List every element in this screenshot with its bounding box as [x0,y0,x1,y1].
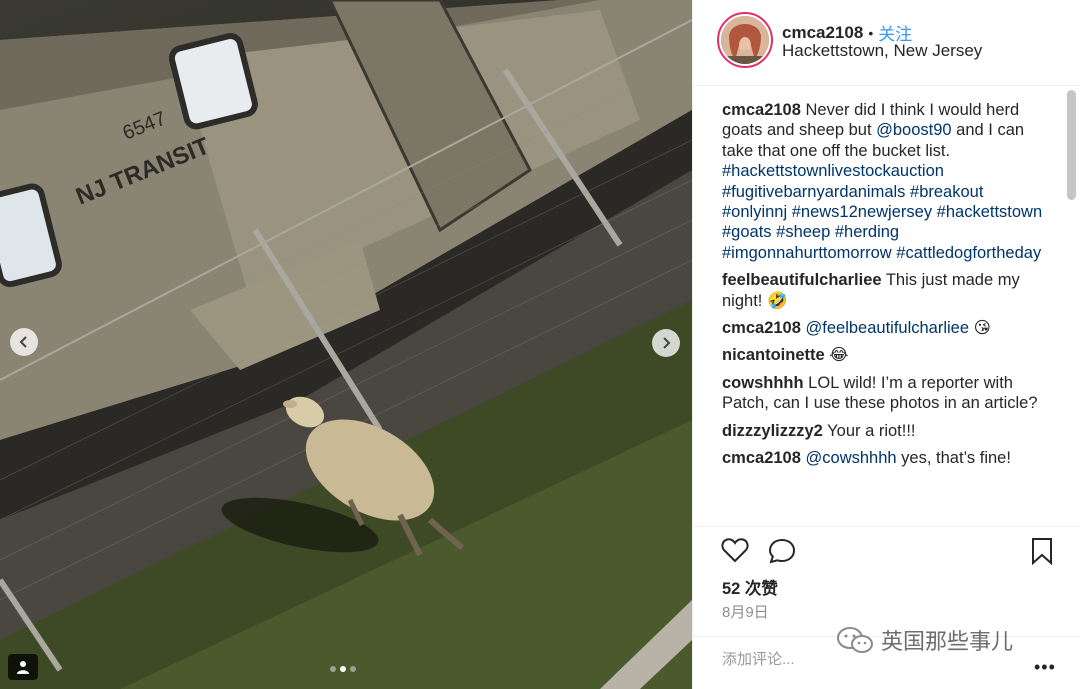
post-date: 8月9日 [722,604,769,621]
emoji: 😘 [973,318,991,338]
comment-username[interactable]: cowshhhh [722,374,804,392]
comment-username[interactable]: dizzzylizzzy2 [722,422,823,440]
photo-scene: 6547 NJ TRANSIT [0,0,692,689]
hashtag-link[interactable]: #breakout [910,183,983,201]
tagged-users-button[interactable] [8,654,38,680]
comment-username[interactable]: nicantoinette [722,346,825,364]
post-actions: 52 次赞 8月9日 [693,526,1080,636]
comment-item: nicantoinette 😂 [722,345,1052,365]
post-location[interactable]: Hackettstown, New Jersey [782,41,982,61]
post-username[interactable]: cmca2108 [782,23,863,43]
hashtag-link[interactable]: #herding [835,223,899,241]
carousel-dot-active[interactable] [340,666,346,672]
bookmark-icon [1032,538,1052,566]
mention-link[interactable]: @boost90 [876,121,951,139]
comment-item: cmca2108 @cowshhhh yes, that’s fine! [722,448,1052,468]
avatar[interactable] [717,12,773,68]
carousel-dot[interactable] [350,666,356,672]
chevron-left-icon [19,336,27,348]
hashtag-link[interactable]: #news12newjersey [792,203,932,221]
carousel-next-button[interactable] [652,329,680,357]
post-photo[interactable]: 6547 NJ TRANSIT [0,0,692,689]
comment-username[interactable]: cmca2108 [722,101,801,119]
heart-icon [721,538,749,563]
hashtag-link[interactable]: #imgonnahurttomorrow [722,244,892,262]
comment-username[interactable]: cmca2108 [722,449,801,467]
hashtag-link[interactable]: #fugitivebarnyardanimals [722,183,905,201]
comment-item: feelbeautifulcharliee This just made my … [722,270,1052,311]
speech-bubble-icon [768,538,796,564]
comments-scrollbar[interactable] [1067,90,1076,200]
like-button[interactable] [721,537,749,568]
watermark: 英国那些事儿 [835,624,1013,656]
hashtag-link[interactable]: #hackettstownlivestockauction [722,162,944,180]
hashtag-link[interactable]: #sheep [776,223,830,241]
mention-link[interactable]: @feelbeautifulcharliee [806,319,970,337]
comment-item: cmca2108 @feelbeautifulcharliee 😘 [722,318,1052,338]
likes-count[interactable]: 52 次赞 [722,575,778,599]
wechat-logo-icon [837,627,873,653]
chevron-right-icon [663,337,671,349]
comment-item: dizzzylizzzy2 Your a riot!!! [722,421,1052,441]
comment-button[interactable] [768,538,796,569]
mention-link[interactable]: @cowshhhh [806,449,897,467]
carousel-dot[interactable] [330,666,336,672]
more-options-button[interactable]: ••• [1034,657,1056,678]
emoji: 😂 [829,345,849,365]
user-icon [17,661,29,674]
hashtag-link[interactable]: #onlyinnj [722,203,787,221]
comment-item: cowshhhh LOL wild! I’m a reporter with P… [722,373,1052,414]
post-header: cmca2108 • 关注 Hackettstown, New Jersey [693,0,1080,86]
header-separator: • [868,24,874,41]
carousel-prev-button[interactable] [10,328,38,356]
avatar-image [721,16,769,64]
hashtag-link[interactable]: #hackettstown [937,203,1042,221]
hashtag-link[interactable]: #goats [722,223,772,241]
watermark-text: 英国那些事儿 [881,630,1014,655]
save-button[interactable] [1030,537,1054,570]
post-details-panel: cmca2108 • 关注 Hackettstown, New Jersey c… [692,0,1080,689]
comment-item: cmca2108 Never did I think I would herd … [722,100,1052,263]
comment-username[interactable]: feelbeautifulcharliee [722,271,882,289]
comments-list: cmca2108 Never did I think I would herd … [722,100,1052,526]
comment-text: Your a riot!!! [822,421,916,440]
carousel-indicator [330,666,356,672]
emoji: 🤣 [766,290,788,310]
hashtag-link[interactable]: #cattledogfortheday [896,244,1041,262]
comment-text: yes, that’s fine! [896,449,1011,468]
comment-username[interactable]: cmca2108 [722,319,801,337]
